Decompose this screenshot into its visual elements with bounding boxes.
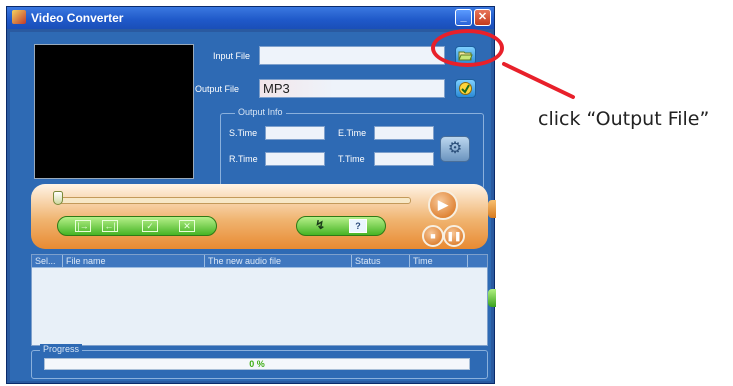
annotation-arrow bbox=[502, 62, 575, 99]
instruction-text: click “Output File” bbox=[538, 108, 710, 130]
